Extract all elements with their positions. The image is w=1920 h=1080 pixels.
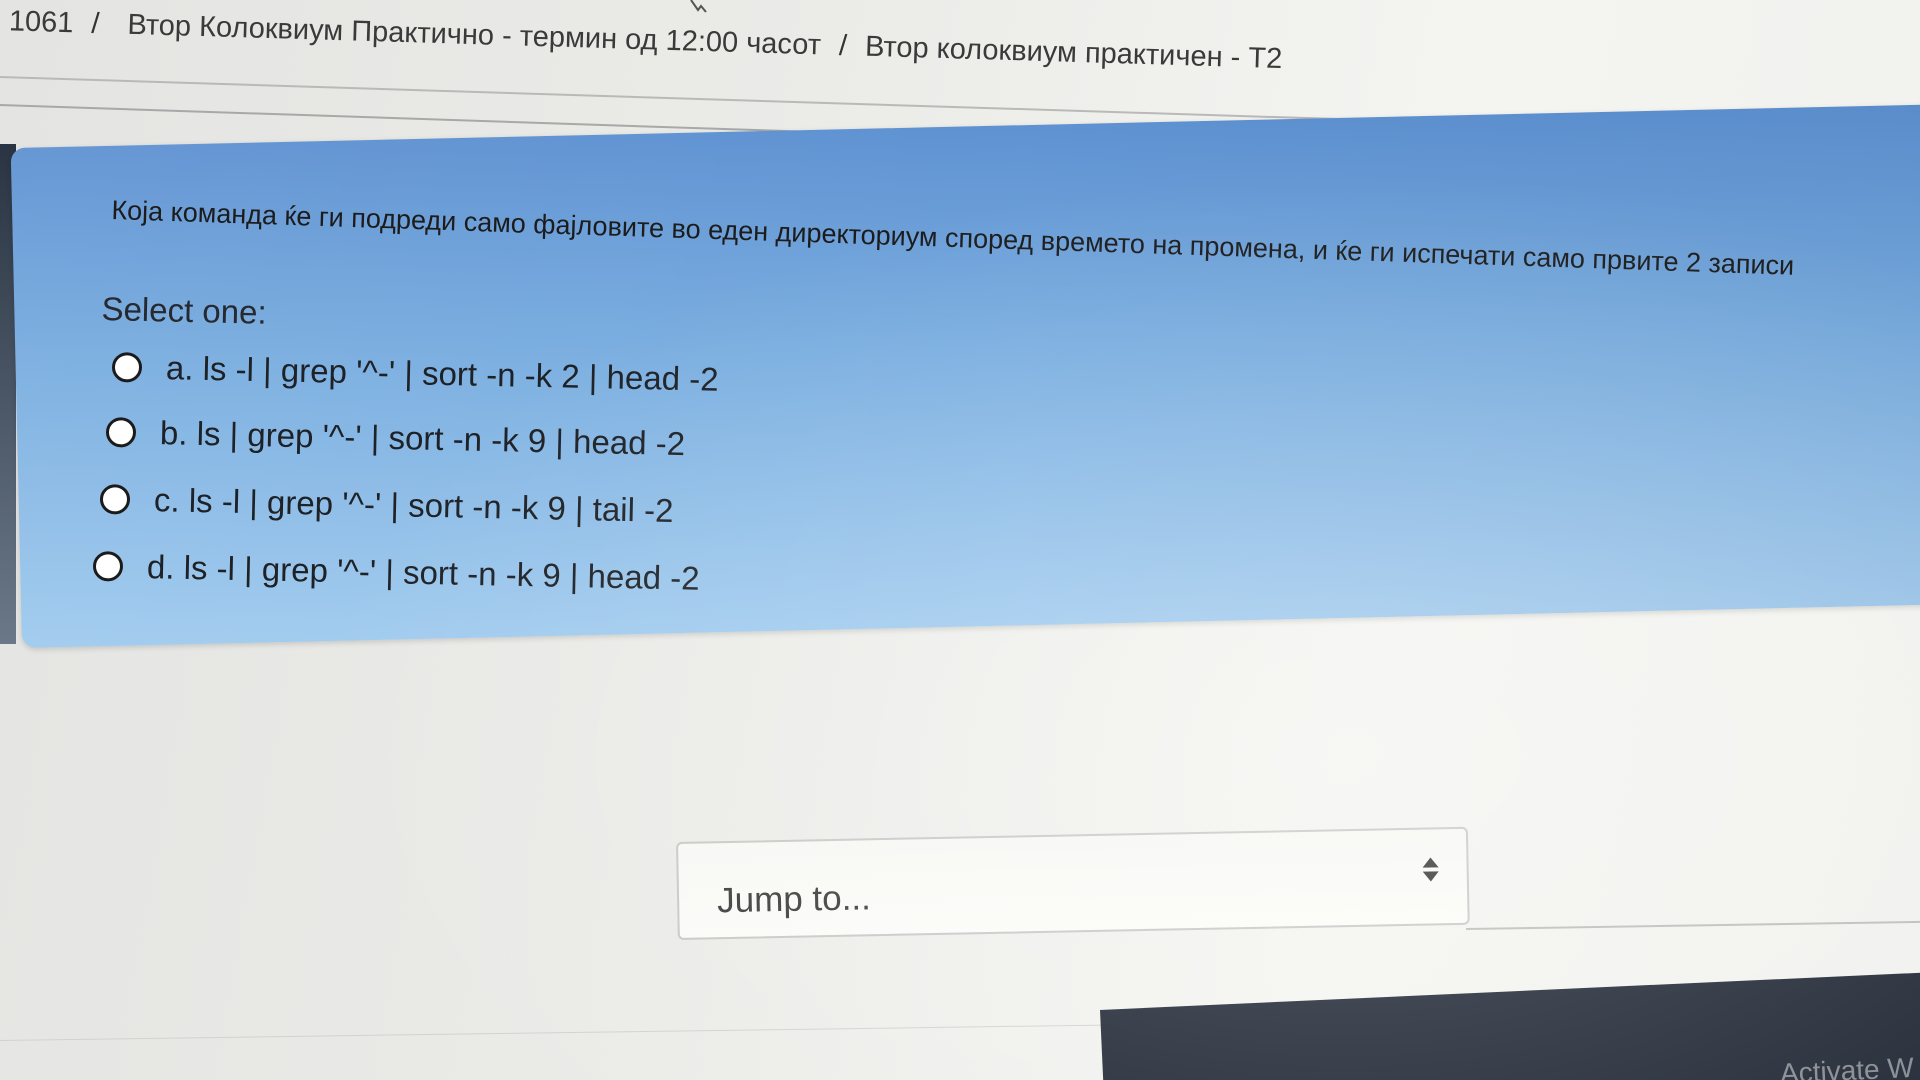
radio-button-b[interactable] [105, 417, 137, 448]
breadcrumb-course-code[interactable]: 1061 [8, 5, 73, 40]
sort-arrows-icon [1422, 857, 1439, 885]
breadcrumb-separator: / [838, 29, 848, 62]
radio-button-d[interactable] [92, 551, 124, 582]
jump-to-label: Jump to... [716, 878, 872, 921]
radio-button-a[interactable] [111, 352, 143, 383]
arrow-up-icon [1422, 857, 1439, 868]
mouse-cursor-icon [690, 0, 707, 13]
footer-divider [1466, 920, 1920, 930]
breadcrumb: 1061 / Втор Колоквиум Практично - термин… [0, 0, 1499, 100]
activation-watermark: Activate W [1779, 1051, 1915, 1080]
jump-to-select[interactable]: Jump to... [676, 826, 1470, 940]
breadcrumb-quiz-title[interactable]: Втор колоквиум практичен - Т2 [865, 30, 1283, 75]
arrow-down-icon [1422, 871, 1439, 882]
select-one-prompt: Select one: [101, 290, 268, 331]
breadcrumb-separator: / [90, 7, 100, 40]
radio-button-c[interactable] [99, 484, 131, 515]
breadcrumb-exam-session[interactable]: Втор Колоквиум Практично - термин од 12:… [127, 8, 822, 62]
